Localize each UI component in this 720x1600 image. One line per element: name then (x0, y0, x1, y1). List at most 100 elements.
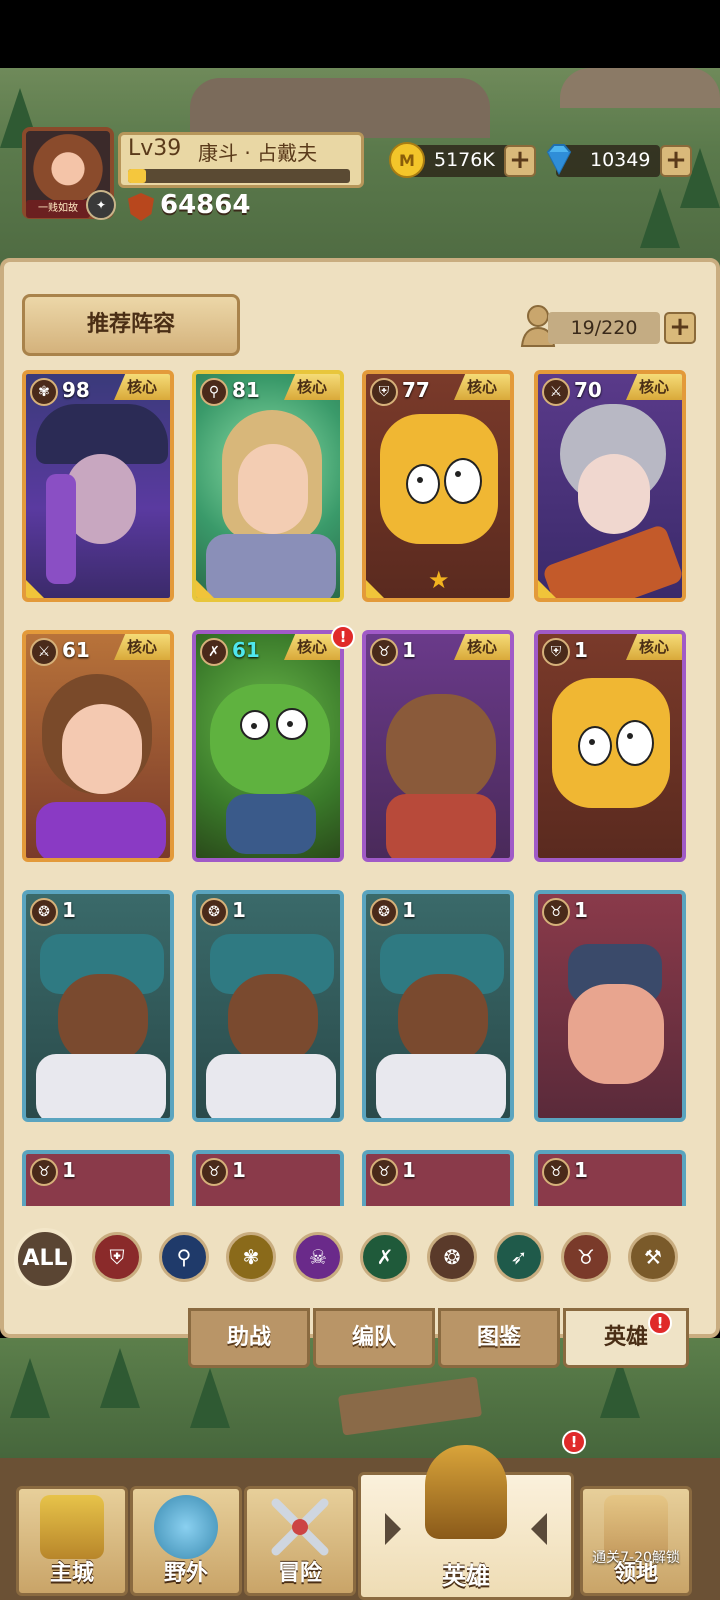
crossed-swords-icon (268, 1495, 332, 1559)
tab-assist[interactable]: 助战 (188, 1308, 310, 1368)
chevron-right-icon (385, 1513, 401, 1545)
hero-portrait (26, 374, 170, 598)
nav-label: 英雄 (442, 1562, 490, 1590)
nav-heroes[interactable]: 英雄 (358, 1445, 574, 1600)
hero-card[interactable]: ♉ 1 (534, 1150, 686, 1206)
hero-card[interactable]: ❂ 1 (22, 890, 174, 1122)
hero-portrait (196, 634, 340, 858)
rarity-corner (538, 580, 556, 598)
nav-wild[interactable]: 野外 (130, 1486, 242, 1596)
hero-level: 1 (402, 1158, 416, 1182)
portal-icon (154, 1495, 218, 1559)
nav-label: 主城 (49, 1561, 94, 1586)
hero-face (58, 974, 148, 1064)
beast-icon: ♉ (542, 1158, 570, 1186)
hero-card[interactable]: ✗ 61 核心 (192, 630, 344, 862)
hero-portrait (366, 894, 510, 1118)
support-icon: ✾ (30, 378, 58, 406)
hero-level: 81 (232, 378, 260, 402)
filter-beast-icon[interactable]: ♉ (561, 1232, 611, 1282)
cliff-decoration (190, 78, 490, 138)
filter-all-button[interactable]: ALL (14, 1228, 76, 1290)
hero-card[interactable]: ♉ 1 (362, 1150, 514, 1206)
helmet-icon (425, 1445, 507, 1539)
eye (616, 720, 654, 766)
filter-paw-icon[interactable]: ❂ (427, 1232, 477, 1282)
tab-codex[interactable]: 图鉴 (438, 1308, 560, 1368)
hero-level: 61 (232, 638, 260, 662)
notification-badge: ! (648, 1311, 672, 1335)
tree-decoration (100, 1348, 140, 1408)
outfit (36, 802, 166, 858)
hero-card[interactable]: ⚲ 81 核心 (192, 370, 344, 602)
hero-level: 61 (62, 638, 90, 662)
hero-face (238, 444, 308, 534)
hero-level: 1 (232, 898, 246, 922)
chevron-left-icon (531, 1513, 547, 1545)
hero-card[interactable]: ♉ 1 (22, 1150, 174, 1206)
beast-icon: ♉ (370, 638, 398, 666)
eye (240, 710, 270, 740)
armor (206, 534, 336, 598)
hero-card[interactable]: ⚔ 61 核心 (22, 630, 174, 862)
hero-card[interactable]: ⛨ 1 核心 (534, 630, 686, 862)
filter-skull-icon[interactable]: ☠ (293, 1232, 343, 1282)
hero-card[interactable]: ♉ 1 核心 (362, 630, 514, 862)
hero-level: 1 (574, 638, 588, 662)
add-gold-button[interactable]: + (504, 145, 536, 177)
status-bar (0, 0, 720, 68)
axe-icon: ⚔ (542, 378, 570, 406)
nav-territory[interactable]: 通关7-20解锁 领地 (580, 1486, 692, 1596)
hero-portrait (196, 894, 340, 1118)
hero-face (210, 684, 330, 794)
add-diamond-button[interactable]: + (660, 145, 692, 177)
tab-formation[interactable]: 编队 (313, 1308, 435, 1368)
diamond-icon (546, 144, 572, 176)
hero-card[interactable]: ⚔ 70 核心 (534, 370, 686, 602)
recommended-lineup-button[interactable]: 推荐阵容 (22, 294, 240, 356)
faction-emblem-icon: ✦ (86, 190, 116, 220)
player-name: 康斗 · 占戴夫 (198, 141, 318, 165)
paw-icon: ❂ (30, 898, 58, 926)
avatar-title-tag: 一贱如故 (26, 200, 90, 218)
hero-card[interactable]: ❂ 1 (362, 890, 514, 1122)
exp-bar (128, 169, 350, 183)
hero-level: 1 (402, 638, 416, 662)
gold-amount: 5176K (434, 149, 495, 171)
rarity-corner (366, 580, 384, 598)
svg-text:M: M (399, 151, 415, 170)
filter-shield-icon[interactable]: ⛨ (92, 1232, 142, 1282)
filter-daggers-icon[interactable]: ✗ (360, 1232, 410, 1282)
star-icon: ★ (428, 566, 450, 594)
eye (444, 458, 482, 504)
outfit (36, 1054, 166, 1118)
hero-portrait (196, 374, 340, 598)
nav-main-city[interactable]: 主城 (16, 1486, 128, 1596)
shield-icon: ⛨ (542, 638, 570, 666)
hero-level: 1 (402, 898, 416, 922)
filter-bow-icon[interactable]: ➶ (494, 1232, 544, 1282)
expand-hero-slots-button[interactable]: + (664, 312, 696, 344)
tree-decoration (10, 1358, 50, 1418)
hero-card[interactable]: ⛨ 77 核心 ★ (362, 370, 514, 602)
nav-adventure[interactable]: 冒险 (244, 1486, 356, 1596)
tree-decoration (190, 1368, 230, 1428)
hero-card[interactable]: ♉ 1 (192, 1150, 344, 1206)
mage-staff-icon: ⚲ (200, 378, 228, 406)
hair (46, 474, 76, 584)
combat-power-value: 64864 (160, 190, 251, 220)
hero-card[interactable]: ♉ 1 (534, 890, 686, 1122)
hero-level: 1 (574, 898, 588, 922)
eye (406, 464, 440, 504)
eye (578, 726, 612, 766)
notification-badge: ! (562, 1430, 586, 1454)
hero-card[interactable]: ✾ 98 核心 (22, 370, 174, 602)
filter-support-icon[interactable]: ✾ (226, 1232, 276, 1282)
paw-icon: ❂ (200, 898, 228, 926)
hero-card[interactable]: ❂ 1 (192, 890, 344, 1122)
filter-mage-staff-icon[interactable]: ⚲ (159, 1232, 209, 1282)
nav-label: 冒险 (277, 1561, 322, 1586)
beast-icon: ♉ (200, 1158, 228, 1186)
hero-count: 19/220 (548, 312, 660, 344)
filter-axe-icon[interactable]: ⚒ (628, 1232, 678, 1282)
